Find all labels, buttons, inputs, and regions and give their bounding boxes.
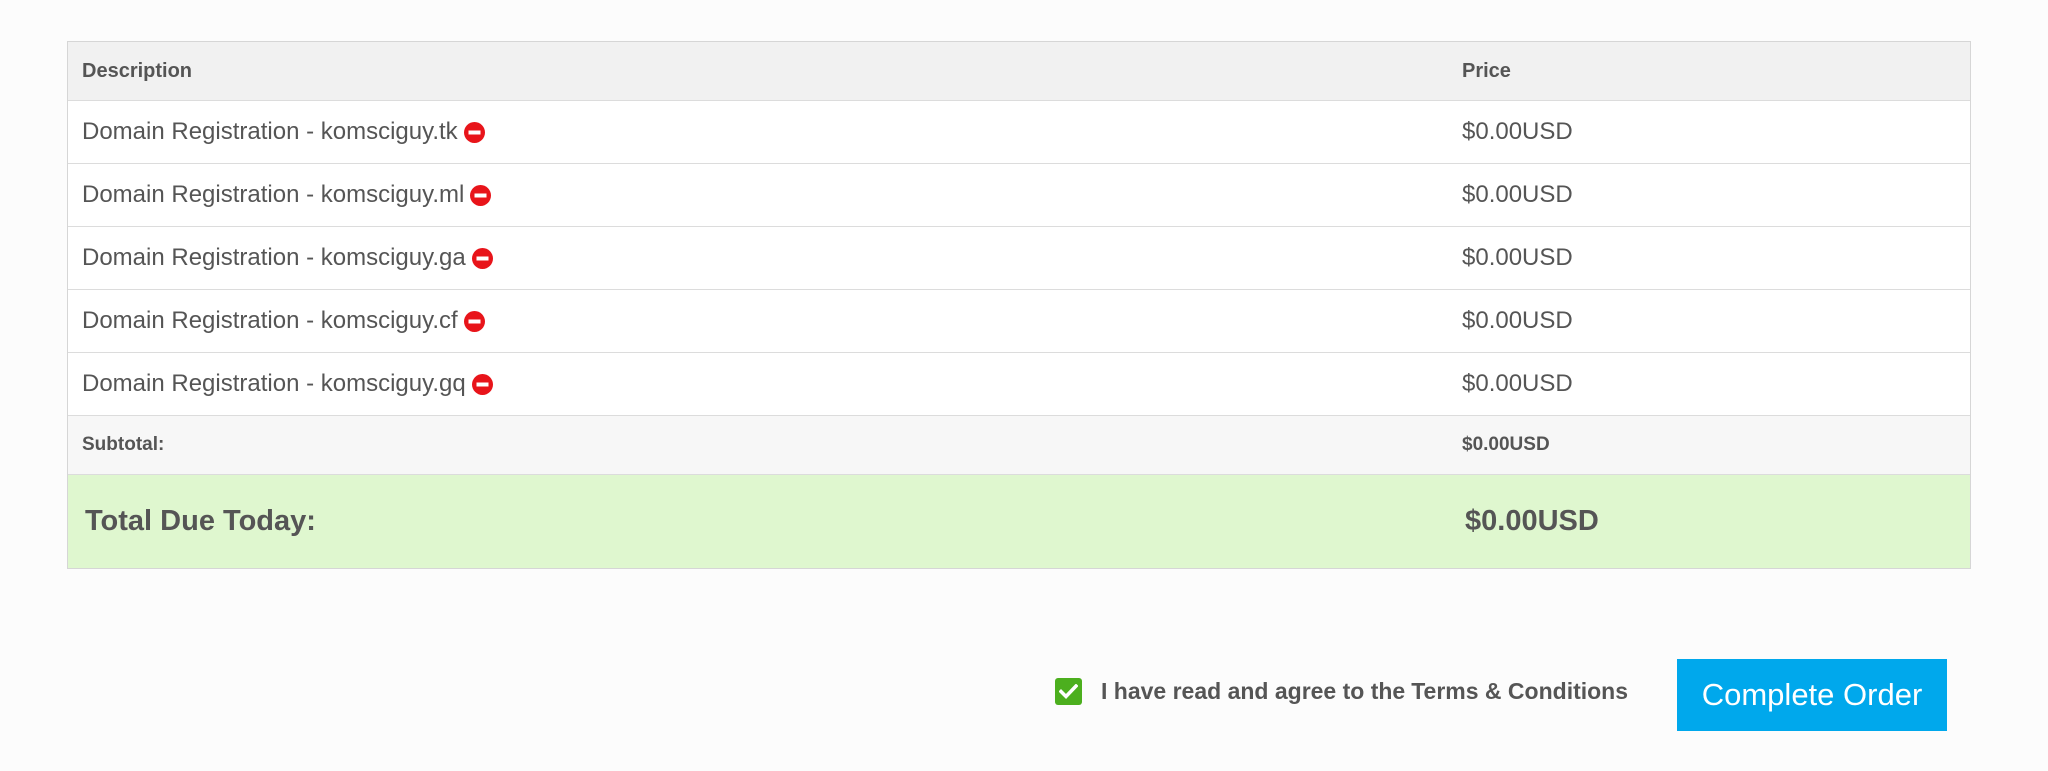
item-description-cell: Domain Registration - komsciguy.cf: [68, 307, 1462, 335]
item-description: Domain Registration - komsciguy.gq: [82, 370, 466, 397]
table-header: Description Price: [68, 42, 1970, 101]
item-price: $0.00USD: [1462, 181, 1573, 208]
checkmark-icon: [1059, 684, 1078, 699]
terms-checkbox[interactable]: [1055, 678, 1082, 705]
remove-icon[interactable]: [470, 184, 492, 206]
order-summary-table: Description Price Domain Registration - …: [67, 41, 1971, 569]
subtotal-label: Subtotal:: [82, 434, 165, 455]
table-row: Domain Registration - komsciguy.gq $0.00…: [68, 353, 1970, 416]
item-description-cell: Domain Registration - komsciguy.ml: [68, 181, 1462, 209]
item-description: Domain Registration - komsciguy.ml: [82, 181, 465, 208]
remove-icon[interactable]: [463, 310, 485, 332]
item-price: $0.00USD: [1462, 118, 1573, 145]
item-description-cell: Domain Registration - komsciguy.gq: [68, 370, 1462, 398]
total-due-row: Total Due Today: $0.00USD: [68, 475, 1970, 568]
subtotal-value: $0.00USD: [1462, 434, 1550, 455]
item-description-cell: Domain Registration - komsciguy.tk: [68, 118, 1462, 146]
item-description: Domain Registration - komsciguy.tk: [82, 118, 458, 145]
complete-order-button[interactable]: Complete Order: [1677, 659, 1947, 731]
terms-agreement-text: I have read and agree to the: [1101, 678, 1406, 704]
remove-icon[interactable]: [471, 247, 493, 269]
table-row: Domain Registration - komsciguy.tk $0.00…: [68, 101, 1970, 164]
subtotal-row: Subtotal: $0.00USD: [68, 416, 1970, 475]
item-description: Domain Registration - komsciguy.cf: [82, 307, 458, 334]
total-due-label: Total Due Today:: [85, 505, 316, 537]
terms-conditions-link[interactable]: Terms & Conditions: [1411, 678, 1628, 705]
total-due-value: $0.00USD: [1465, 505, 1599, 537]
description-header: Description: [82, 59, 193, 82]
remove-icon[interactable]: [471, 373, 493, 395]
price-header: Price: [1462, 59, 1511, 82]
table-row: Domain Registration - komsciguy.ga $0.00…: [68, 227, 1970, 290]
item-price: $0.00USD: [1462, 244, 1573, 271]
item-description-cell: Domain Registration - komsciguy.ga: [68, 244, 1462, 272]
table-row: Domain Registration - komsciguy.ml $0.00…: [68, 164, 1970, 227]
terms-agreement: I have read and agree to the Terms & Con…: [1055, 678, 1628, 705]
item-description: Domain Registration - komsciguy.ga: [82, 244, 466, 271]
item-price: $0.00USD: [1462, 370, 1573, 397]
table-row: Domain Registration - komsciguy.cf $0.00…: [68, 290, 1970, 353]
remove-icon[interactable]: [463, 121, 485, 143]
item-price: $0.00USD: [1462, 307, 1573, 334]
